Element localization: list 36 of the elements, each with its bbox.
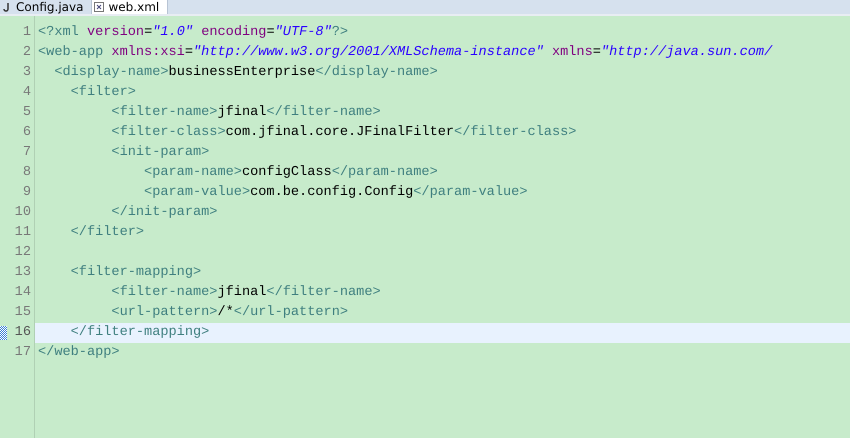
line-number: 12	[14, 245, 31, 260]
code-line: <web-app xmlns:xsi="http://www.w3.org/2001/XMLSchema-instance" xmlns="http://java.sun.com/	[38, 45, 772, 60]
line-number: 11	[14, 225, 31, 240]
code-line: </filter-mapping>	[70, 325, 210, 340]
code-line: <filter>	[70, 85, 136, 100]
code-line: <param-value>com.be.config.Config</param-value>	[143, 185, 528, 200]
line-number: 9	[22, 185, 31, 200]
line-number: 3	[22, 65, 31, 80]
code-line: </filter>	[70, 225, 144, 240]
line-number: 10	[14, 205, 31, 220]
code-line: <filter-mapping>	[70, 265, 202, 280]
line-number: 6	[22, 125, 31, 140]
code-line: <display-name>businessEnterprise</display-name>	[53, 65, 438, 80]
code-line: <param-name>configClass</param-name>	[143, 165, 438, 180]
code-line: </init-param>	[110, 205, 218, 220]
line-number: 13	[14, 265, 31, 280]
code-line: <filter-name>jfinal</filter-name>	[110, 105, 381, 120]
code-line: <?xml version="1.0" encoding="UTF-8"?>	[38, 25, 348, 40]
code-line: <filter-class>com.jfinal.core.JFinalFilter</filter-class>	[110, 125, 576, 140]
code-line: <filter-name>jfinal</filter-name>	[110, 285, 381, 300]
java-file-icon	[2, 2, 12, 12]
code-line: <init-param>	[110, 145, 210, 160]
line-number: 7	[22, 145, 31, 160]
line-number: 2	[22, 45, 31, 60]
line-number: 15	[14, 305, 31, 320]
line-number: 5	[22, 105, 31, 120]
line-number: 8	[22, 165, 31, 180]
line-number: 17	[14, 345, 31, 360]
line-number: 1	[22, 25, 31, 40]
code-line: <url-pattern>/*</url-pattern>	[110, 305, 348, 320]
xml-file-icon	[94, 2, 104, 12]
editor-tab[interactable]: web.xml	[92, 0, 168, 14]
code-line: </web-app>	[38, 345, 120, 360]
line-number: 4	[22, 85, 31, 100]
line-number: 14	[14, 285, 31, 300]
line-number: 16	[14, 325, 31, 340]
